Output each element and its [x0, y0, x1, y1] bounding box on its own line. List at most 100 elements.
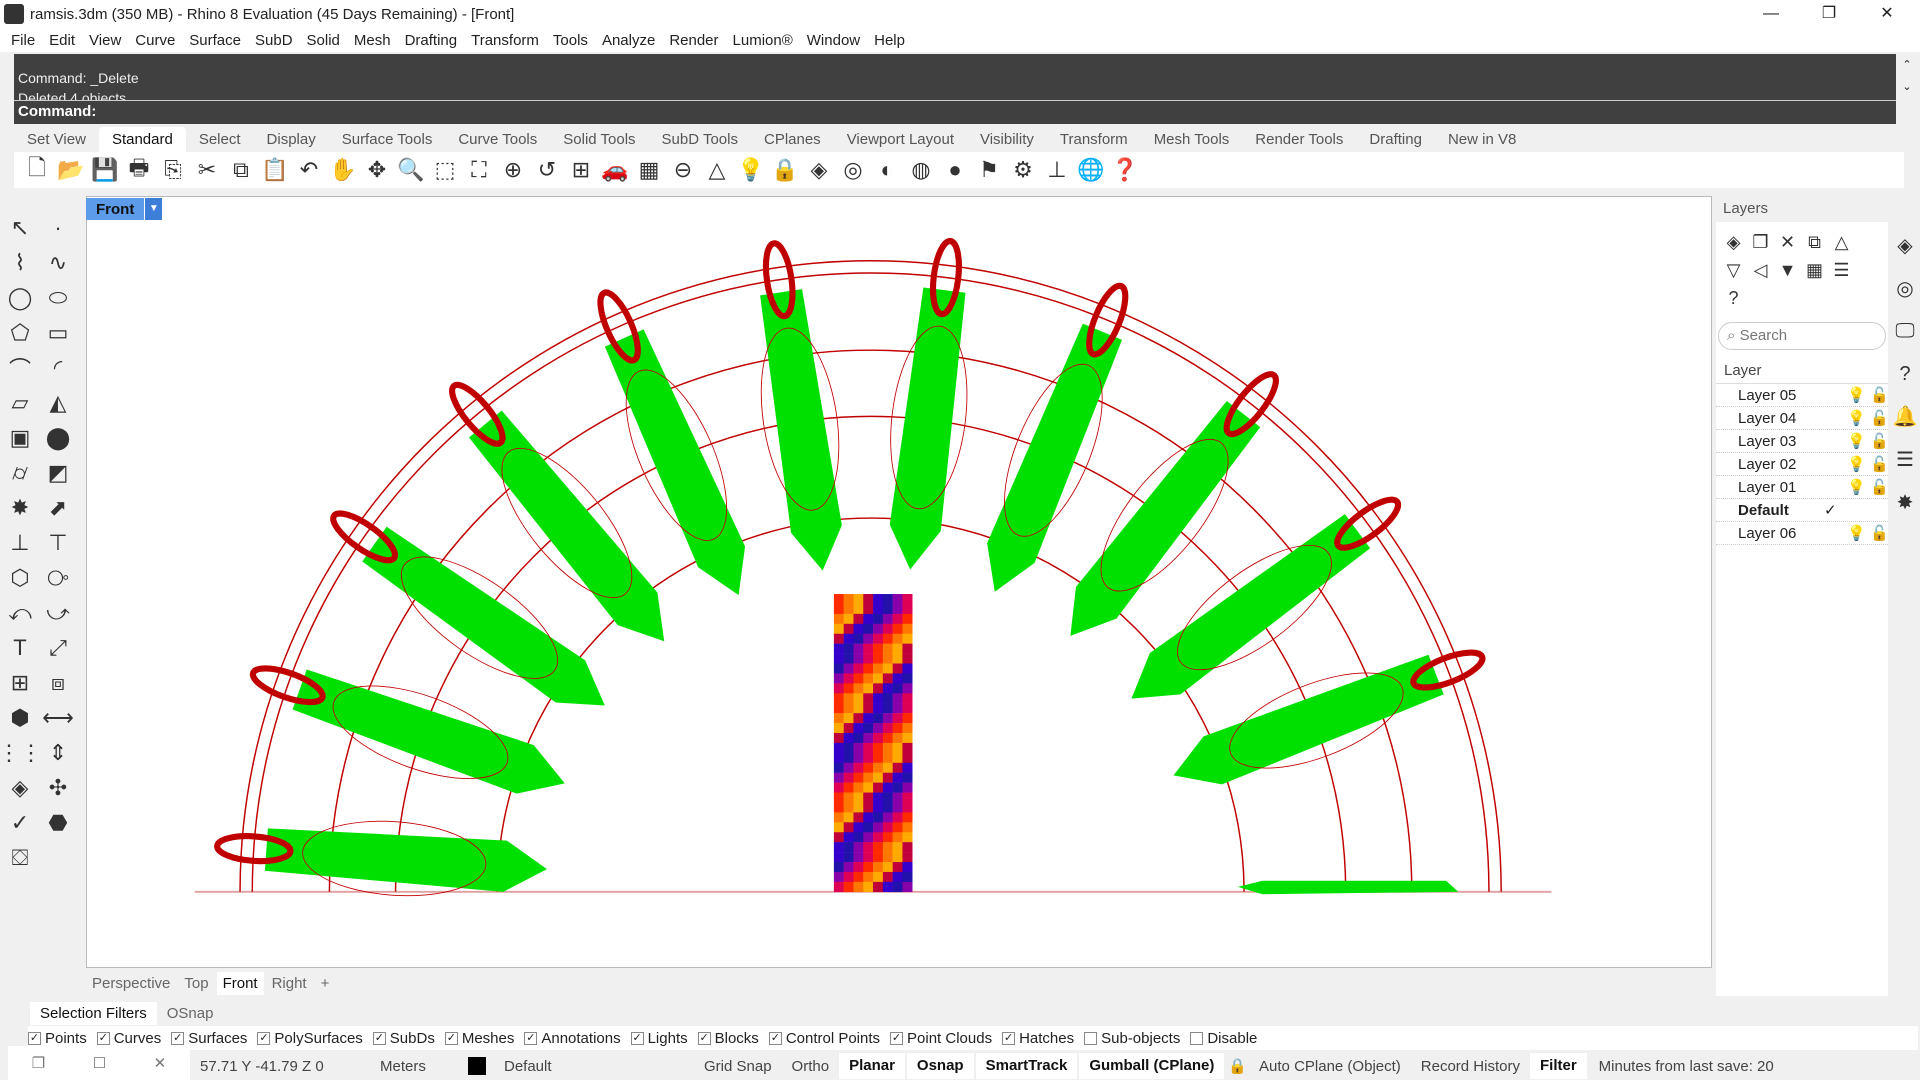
- analyze-icon[interactable]: ◈: [2, 770, 38, 805]
- command-scrollbar[interactable]: ⌃ ⌄: [1898, 54, 1916, 122]
- paint-icon[interactable]: ⛋: [2, 840, 38, 875]
- layer-row[interactable]: Layer 02 💡 🔓: [1716, 453, 1889, 476]
- tab-set-view[interactable]: Set View: [14, 127, 99, 152]
- checkbox[interactable]: ✓: [524, 1031, 538, 1045]
- check-icon[interactable]: ✓: [2, 805, 38, 840]
- move-up-icon[interactable]: △: [1828, 228, 1855, 256]
- options-icon[interactable]: ⚙: [1006, 154, 1040, 186]
- menu-mesh[interactable]: Mesh: [347, 32, 398, 49]
- collapse-icon[interactable]: ◁: [1747, 256, 1774, 284]
- zoom-icon[interactable]: 🔍: [394, 154, 428, 186]
- layer-row[interactable]: Default ✓: [1716, 499, 1888, 522]
- checkbox[interactable]: ✓: [1002, 1031, 1016, 1045]
- layer-icon[interactable]: ◈: [802, 154, 836, 186]
- color-wheel-icon[interactable]: ◎: [836, 154, 870, 186]
- circle-icon[interactable]: ◯: [2, 280, 38, 315]
- menu-icon[interactable]: ☰: [1828, 256, 1855, 284]
- units[interactable]: Meters: [370, 1058, 460, 1075]
- new-layer-icon[interactable]: ◈: [1720, 228, 1747, 256]
- zoom-selected-icon[interactable]: ⊕: [496, 154, 530, 186]
- checkbox[interactable]: ✓: [96, 1031, 110, 1045]
- transform-icon[interactable]: ✣: [40, 770, 76, 805]
- solid-union-icon[interactable]: ⧂: [40, 560, 76, 595]
- blend-icon[interactable]: ⤻: [40, 595, 76, 630]
- layers-tab-icon[interactable]: ◈: [1888, 224, 1920, 267]
- import-icon[interactable]: ⎘: [156, 154, 190, 186]
- filter-surfaces[interactable]: ✓ Surfaces: [171, 1030, 247, 1047]
- menu-solid[interactable]: Solid: [300, 32, 347, 49]
- menu-lumion[interactable]: Lumion®: [726, 32, 800, 49]
- duplicate-icon[interactable]: ⧉: [1801, 228, 1828, 256]
- materials-icon[interactable]: ◎: [1888, 267, 1920, 310]
- menu-drafting[interactable]: Drafting: [398, 32, 465, 49]
- layer-row[interactable]: Layer 01 💡 🔓: [1716, 476, 1889, 499]
- auto-cplane-toggle[interactable]: Auto CPlane (Object): [1249, 1058, 1411, 1075]
- checkbox[interactable]: ✓: [28, 1031, 41, 1045]
- menu-render[interactable]: Render: [662, 32, 725, 49]
- unlock-icon[interactable]: 🔓: [1870, 430, 1889, 453]
- unlock-icon[interactable]: 🔓: [1870, 384, 1889, 407]
- maximize-button[interactable]: ❐: [1800, 0, 1858, 28]
- filter-points[interactable]: ✓ Points: [28, 1030, 87, 1047]
- lightbulb-icon[interactable]: 💡: [1847, 476, 1866, 499]
- new-file-icon[interactable]: 🗋: [20, 154, 54, 186]
- pan-icon[interactable]: ✋: [326, 154, 360, 186]
- render-icon[interactable]: ●: [938, 154, 972, 186]
- mesh-icon[interactable]: ⬡: [2, 560, 38, 595]
- planar-toggle[interactable]: Planar: [839, 1053, 905, 1079]
- front-viewport[interactable]: [86, 196, 1712, 968]
- filter-annotations[interactable]: ✓ Annotations: [524, 1030, 621, 1047]
- lock-icon[interactable]: 🔒: [768, 154, 802, 186]
- tab-subd-tools[interactable]: SubD Tools: [649, 127, 751, 152]
- checkbox[interactable]: ✓: [171, 1031, 185, 1045]
- print-icon[interactable]: 🖶: [122, 154, 156, 186]
- tab-curve-tools[interactable]: Curve Tools: [445, 127, 550, 152]
- delete-layer-icon[interactable]: ✕: [1774, 228, 1801, 256]
- menu-help[interactable]: Help: [867, 32, 912, 49]
- filter-toggle[interactable]: Filter: [1529, 1053, 1587, 1079]
- display-icon[interactable]: 🖵: [1888, 310, 1920, 353]
- tab-cplanes[interactable]: CPlanes: [751, 127, 834, 152]
- chevron-down-icon[interactable]: ▼: [144, 198, 163, 220]
- tab-visibility[interactable]: Visibility: [967, 127, 1047, 152]
- rectangle-icon[interactable]: ▭: [40, 315, 76, 350]
- unlock-icon[interactable]: 🔓: [1870, 522, 1889, 545]
- smarttrack-toggle[interactable]: SmartTrack: [975, 1053, 1078, 1079]
- osnap-icon[interactable]: ⊖: [666, 154, 700, 186]
- tab-viewport-layout[interactable]: Viewport Layout: [834, 127, 967, 152]
- box-icon[interactable]: ▣: [2, 420, 38, 455]
- point-icon[interactable]: ·: [40, 210, 76, 245]
- lightbulb-icon[interactable]: 💡: [1847, 430, 1866, 453]
- menu-tools[interactable]: Tools: [546, 32, 595, 49]
- group-icon[interactable]: ⊞: [2, 665, 38, 700]
- render-panel-icon[interactable]: ✸: [1888, 481, 1920, 524]
- viewport-tab-front[interactable]: Front: [216, 971, 264, 995]
- polygon-icon[interactable]: ⬠: [2, 315, 38, 350]
- restore-icon[interactable]: ❐: [32, 1054, 45, 1072]
- lightbulb-icon[interactable]: 💡: [1847, 407, 1866, 430]
- extrude-icon[interactable]: ⬈: [40, 490, 76, 525]
- object-properties-icon[interactable]: △: [700, 154, 734, 186]
- close-icon[interactable]: ✕: [154, 1054, 167, 1072]
- grid-snap-toggle[interactable]: Grid Snap: [694, 1058, 782, 1075]
- paste-icon[interactable]: 📋: [258, 154, 292, 186]
- checkbox[interactable]: ✓: [372, 1031, 386, 1045]
- surface-icon[interactable]: ▱: [2, 385, 38, 420]
- layer-row[interactable]: Layer 03 💡 🔓: [1716, 430, 1889, 453]
- filter-lights[interactable]: ✓ Lights: [630, 1030, 688, 1047]
- tab-surface-tools[interactable]: Surface Tools: [329, 127, 446, 152]
- tab-display[interactable]: Display: [254, 127, 329, 152]
- cplane-icon[interactable]: ▦: [632, 154, 666, 186]
- checkbox[interactable]: [1084, 1031, 1098, 1045]
- new-sublayer-icon[interactable]: ❐: [1747, 228, 1774, 256]
- tab-mesh-tools[interactable]: Mesh Tools: [1141, 127, 1243, 152]
- lightbulb-icon[interactable]: 💡: [1847, 453, 1866, 476]
- checkbox[interactable]: ✓: [768, 1031, 782, 1045]
- properties-icon[interactable]: ☰: [1888, 438, 1920, 481]
- close-button[interactable]: ✕: [1858, 0, 1916, 28]
- tab-standard[interactable]: Standard: [98, 127, 186, 152]
- tab-select[interactable]: Select: [186, 127, 254, 152]
- fillet-icon[interactable]: ⌒: [2, 350, 38, 385]
- help-panel-icon[interactable]: ?: [1888, 353, 1920, 396]
- record-history-toggle[interactable]: Record History: [1411, 1058, 1530, 1075]
